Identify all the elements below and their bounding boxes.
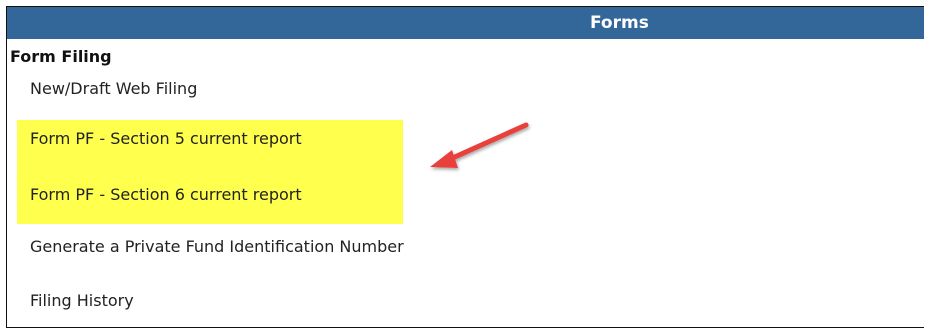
red-arrow-icon <box>430 122 529 168</box>
link-filing-history[interactable]: Filing History <box>30 291 134 310</box>
panel-header: Forms <box>7 7 924 39</box>
link-form-pf-section-5[interactable]: Form PF - Section 5 current report <box>30 129 302 148</box>
link-generate-private-fund-id[interactable]: Generate a Private Fund Identification N… <box>30 237 404 256</box>
forms-panel: Forms Form Filing New/Draft Web Filing F… <box>6 6 924 328</box>
link-new-draft-web-filing[interactable]: New/Draft Web Filing <box>30 79 197 98</box>
link-form-pf-section-6[interactable]: Form PF - Section 6 current report <box>30 185 302 204</box>
panel-header-title: Forms <box>590 13 649 33</box>
section-title: Form Filing <box>10 47 112 66</box>
